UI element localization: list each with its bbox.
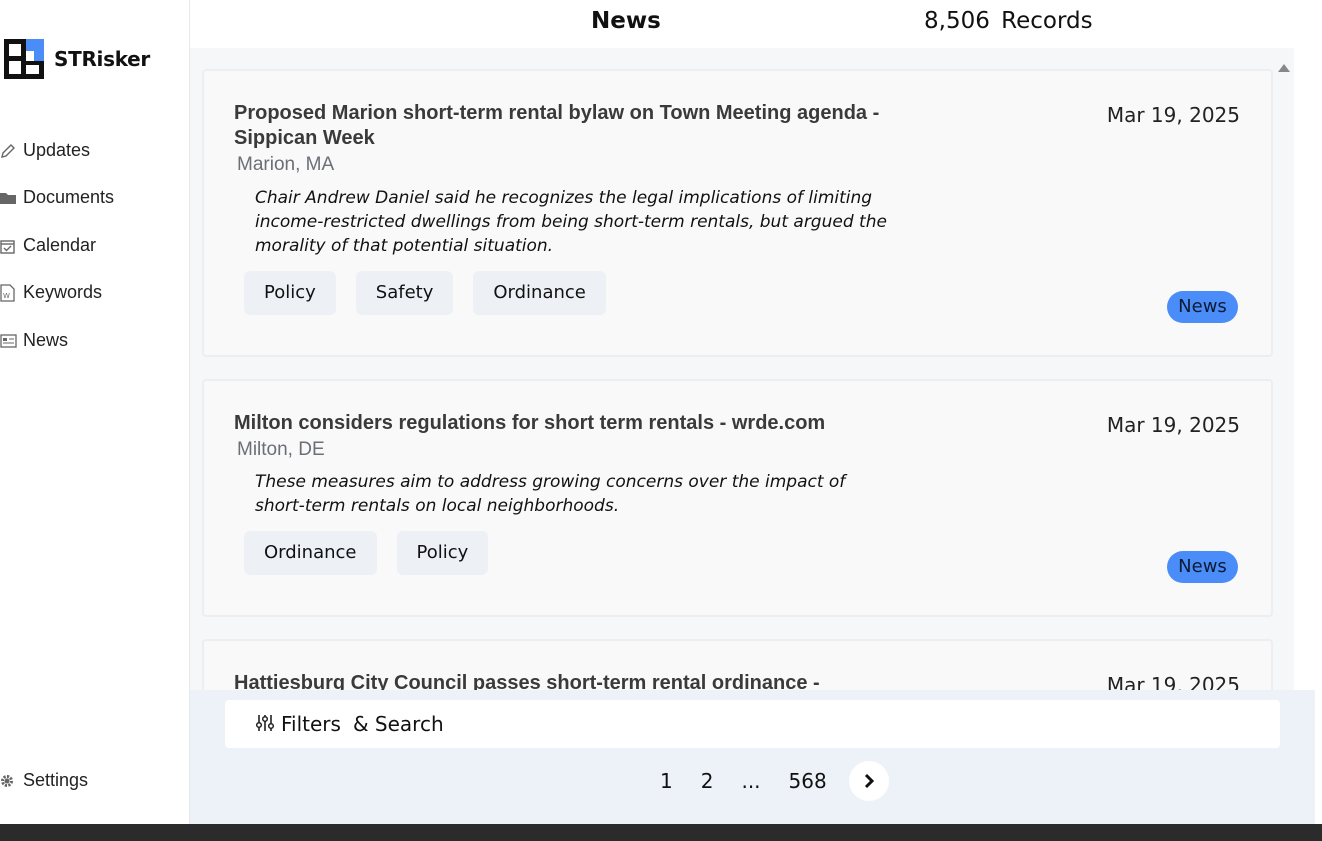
logo[interactable]: STRisker <box>4 39 150 79</box>
page-1[interactable]: 1 <box>660 769 673 793</box>
news-type-badge: News <box>1167 291 1238 323</box>
logo-icon <box>4 39 44 79</box>
filters-search-bar[interactable]: Filters & Search <box>225 700 1280 748</box>
filters-label: Filters <box>281 712 341 736</box>
gear-icon <box>0 771 20 791</box>
calendar-check-icon <box>0 236 20 256</box>
sidebar-item-news[interactable]: News <box>0 330 68 351</box>
sidebar-item-label: Keywords <box>23 282 103 302</box>
news-type-badge: News <box>1167 551 1238 583</box>
news-location: Milton, DE <box>237 439 325 460</box>
sidebar-item-label: Settings <box>23 770 89 790</box>
page-title: News <box>591 8 661 34</box>
news-list[interactable]: Proposed Marion short-term rental bylaw … <box>190 48 1294 690</box>
pencil-icon <box>0 141 20 161</box>
page-ellipsis: ... <box>741 769 761 793</box>
news-date: Mar 19, 2025 <box>1106 413 1240 437</box>
pagination: 1 2 ... 568 <box>660 761 889 801</box>
taskbar <box>0 824 1322 841</box>
news-card[interactable]: Proposed Marion short-term rental bylaw … <box>202 69 1273 357</box>
news-date: Mar 19, 2025 <box>1106 103 1240 127</box>
sidebar-item-calendar[interactable]: Calendar <box>0 235 96 256</box>
tag-list: Ordinance Policy <box>244 531 489 575</box>
page-last[interactable]: 568 <box>789 769 827 793</box>
news-location: Marion, MA <box>237 154 335 175</box>
scroll-up-icon[interactable] <box>1278 64 1290 72</box>
sidebar-item-documents[interactable]: Documents <box>0 187 114 208</box>
newspaper-icon <box>0 331 20 351</box>
news-date: Mar 19, 2025 <box>1106 673 1240 690</box>
search-label: & Search <box>352 712 444 736</box>
tag-policy[interactable]: Policy <box>396 531 489 575</box>
sidebar-item-updates[interactable]: Updates <box>0 140 90 161</box>
news-title[interactable]: Hattiesburg City Council passes short-te… <box>234 671 994 690</box>
sliders-icon <box>255 714 275 734</box>
tag-ordinance[interactable]: Ordinance <box>473 271 606 315</box>
next-page-button[interactable] <box>848 761 889 801</box>
sidebar-item-label: Calendar <box>23 235 97 255</box>
tag-policy[interactable]: Policy <box>244 271 336 315</box>
news-card[interactable]: Milton considers regulations for short t… <box>202 379 1273 617</box>
tag-list: Policy Safety Ordinance <box>244 271 606 315</box>
svg-text:W: W <box>3 292 10 300</box>
folder-icon <box>0 188 20 208</box>
news-summary: Chair Andrew Daniel said he recognizes t… <box>255 188 887 256</box>
record-count-label: Records <box>1001 8 1093 34</box>
sidebar-item-label: News <box>23 330 69 350</box>
sidebar: STRisker Updates Documents Calendar W Ke… <box>0 0 190 824</box>
tag-safety[interactable]: Safety <box>355 271 454 315</box>
news-summary: These measures aim to address growing co… <box>255 472 846 516</box>
sidebar-item-keywords[interactable]: W Keywords <box>0 282 102 303</box>
news-title[interactable]: Proposed Marion short-term rental bylaw … <box>234 101 914 151</box>
bottom-panel: Filters & Search 1 2 ... 568 <box>190 690 1315 824</box>
page-2[interactable]: 2 <box>701 769 714 793</box>
news-card[interactable]: Hattiesburg City Council passes short-te… <box>202 639 1273 690</box>
tag-ordinance[interactable]: Ordinance <box>244 531 377 575</box>
sidebar-item-label: Documents <box>23 187 115 207</box>
chevron-right-icon <box>864 773 874 789</box>
keyword-document-icon: W <box>0 283 20 303</box>
sidebar-item-settings[interactable]: Settings <box>0 770 88 791</box>
brand-name: STRisker <box>54 47 150 71</box>
record-count-value: 8,506 <box>924 8 990 34</box>
news-title[interactable]: Milton considers regulations for short t… <box>234 411 914 436</box>
record-count: 8,506 Records <box>924 8 1093 34</box>
sidebar-item-label: Updates <box>23 140 91 160</box>
